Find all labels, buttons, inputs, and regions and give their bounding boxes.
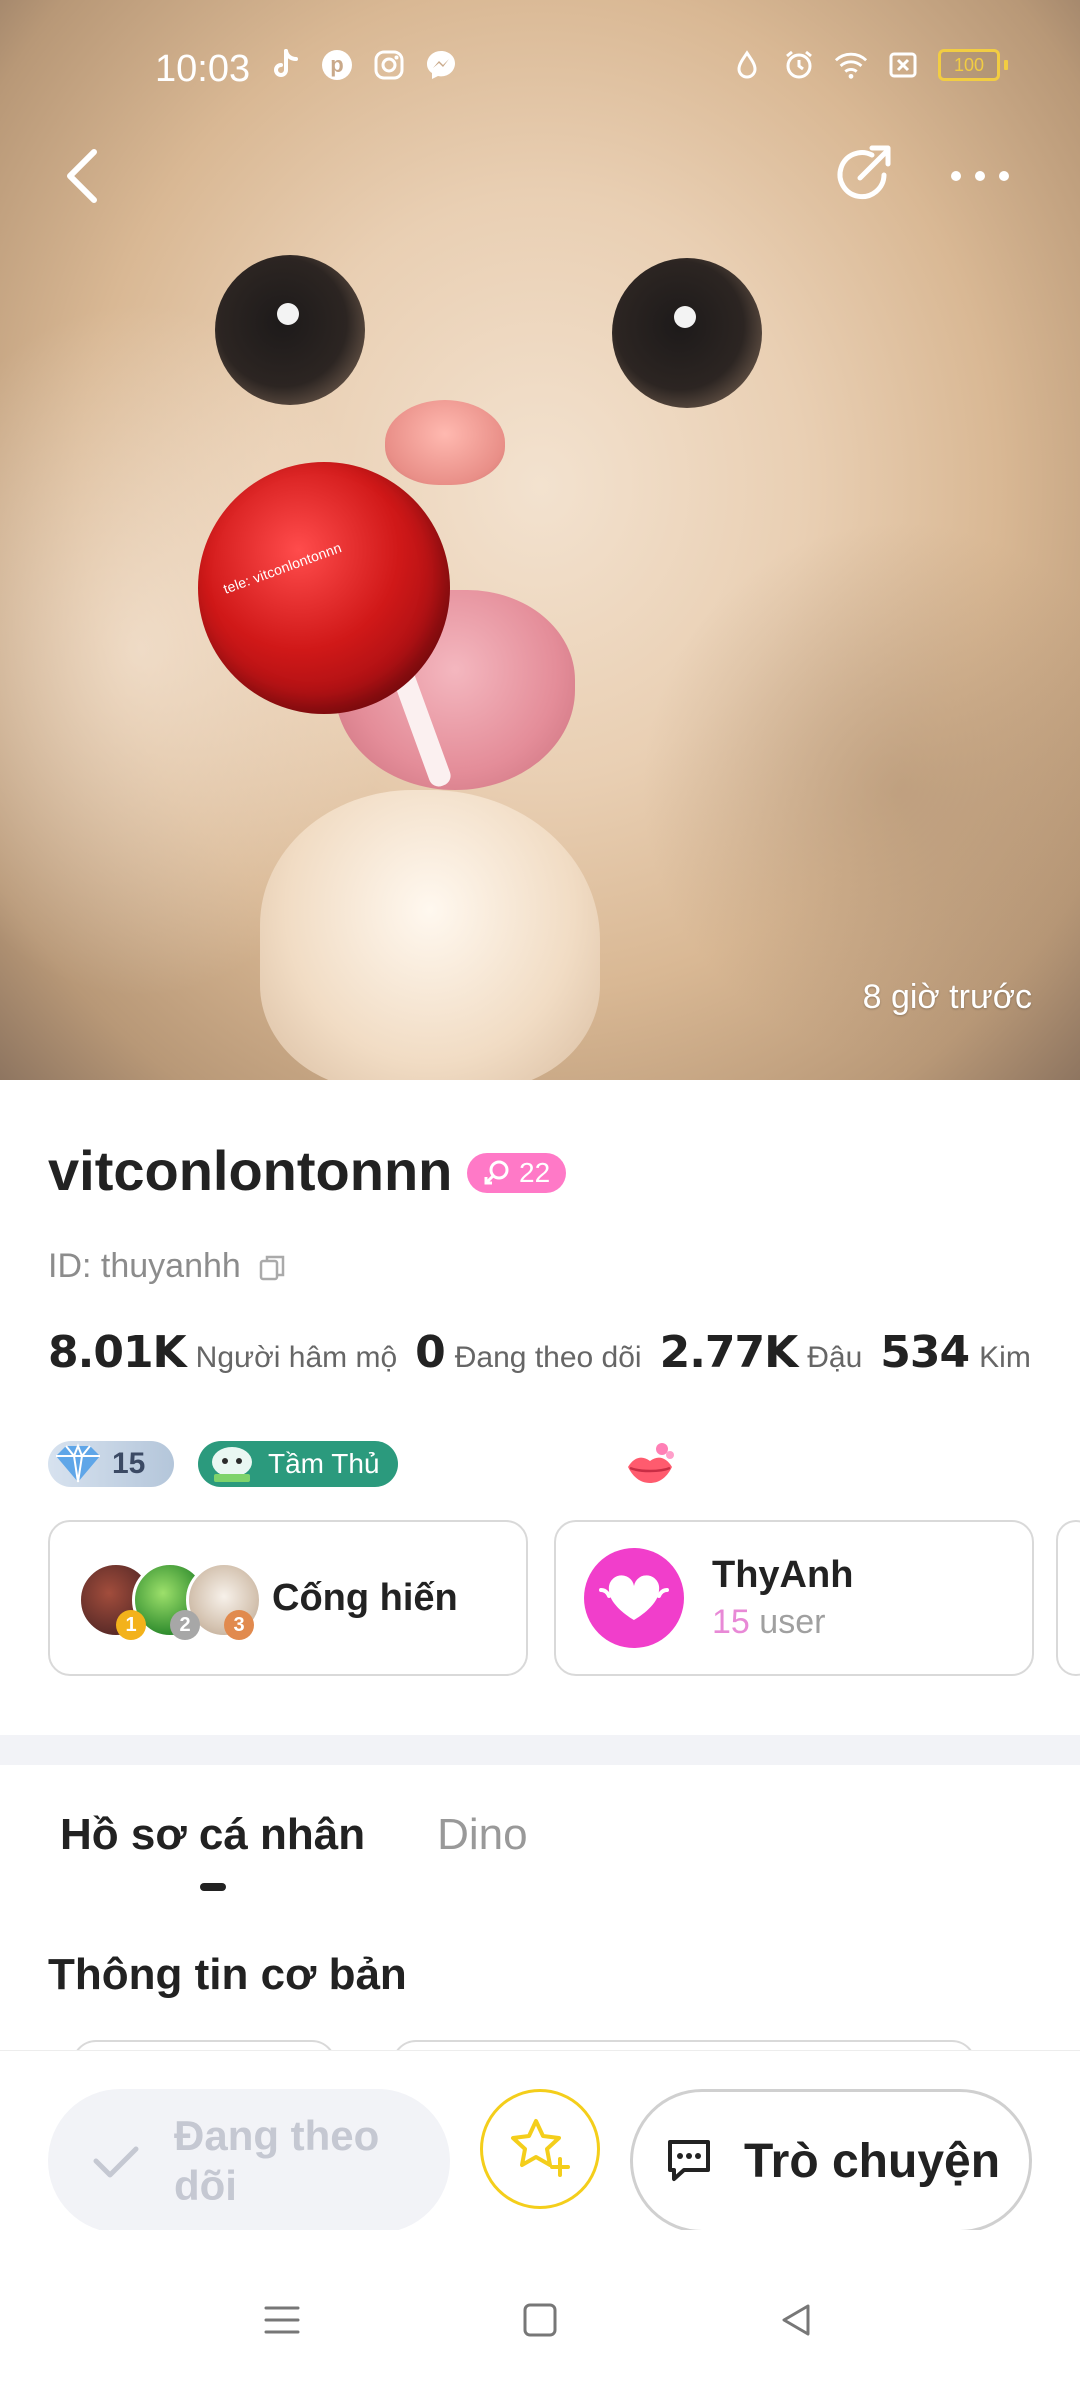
- tiktok-icon: [268, 48, 302, 82]
- rank-label: Tầm Thủ: [268, 1448, 380, 1479]
- cat-eye-left: [215, 255, 365, 405]
- profile-tabs: Hồ sơ cá nhân Dino: [60, 1810, 528, 1860]
- status-time: 10:03: [155, 48, 251, 90]
- alarm-icon: [782, 48, 816, 82]
- beans-count: 2.77K: [659, 1327, 799, 1378]
- more-options-button[interactable]: [940, 140, 1020, 210]
- bottom-action-bar: Đang theo dõi Trò chuyện: [0, 2050, 1080, 2233]
- user-id-row: ID: thuyanhh: [48, 1247, 287, 1286]
- section-divider: [0, 1735, 1080, 1765]
- rank-1-badge: 1: [116, 1610, 146, 1640]
- home-button[interactable]: [510, 2290, 570, 2350]
- contribution-label: Cống hiến: [272, 1576, 458, 1619]
- gold-count: 534: [880, 1327, 970, 1378]
- tab-profile[interactable]: Hồ sơ cá nhân: [60, 1810, 365, 1860]
- diamond-badge[interactable]: 15: [48, 1441, 174, 1487]
- messenger-icon: [424, 48, 458, 82]
- contribution-card[interactable]: 1 2 3 Cống hiến: [48, 1520, 528, 1676]
- diamond-count: 15: [112, 1447, 146, 1480]
- pinterest-icon: p: [320, 48, 354, 82]
- instagram-icon: [372, 48, 406, 82]
- rank-mascot-icon: [212, 1447, 252, 1482]
- following-button[interactable]: Đang theo dõi: [48, 2089, 450, 2233]
- fan-club-card[interactable]: ThyAnh 15 user: [554, 1520, 1034, 1676]
- lips-icon[interactable]: [622, 1437, 678, 1493]
- chevron-left-icon: [67, 149, 97, 203]
- following-label[interactable]: Đang theo dõi: [455, 1341, 642, 1375]
- status-app-icons: p: [268, 48, 458, 82]
- recent-apps-button[interactable]: [252, 2290, 312, 2350]
- following-label: Đang theo dõi: [174, 2111, 379, 2212]
- profile-cover-photo[interactable]: tele: vitconlontonnn 10:03 p 100 8 giờ t…: [0, 0, 1080, 1080]
- level-badge[interactable]: 22: [467, 1153, 567, 1193]
- square-icon: [523, 2303, 557, 2337]
- battery-indicator: 100: [938, 49, 1008, 81]
- fan-club-icon: [584, 1548, 684, 1648]
- rank-badge[interactable]: Tầm Thủ: [198, 1441, 398, 1487]
- fan-club-info: ThyAnh 15 user: [712, 1554, 853, 1642]
- cat-nose: [385, 400, 505, 485]
- favorite-button[interactable]: [480, 2089, 600, 2209]
- top-contributors: 1 2 3: [78, 1558, 262, 1640]
- next-card-peek[interactable]: [1056, 1520, 1080, 1676]
- tab-dino[interactable]: Dino: [437, 1810, 528, 1860]
- battery-tip: [1004, 60, 1008, 70]
- chat-label: Trò chuyện: [743, 2134, 1001, 2188]
- profile-username: vitconlontonnn: [48, 1139, 453, 1202]
- chat-button[interactable]: Trò chuyện: [630, 2089, 1032, 2233]
- level-number: 22: [519, 1157, 551, 1188]
- share-icon: [837, 145, 891, 200]
- more-dots-icon: [951, 171, 1009, 181]
- chat-bubble-icon: [667, 2140, 710, 2181]
- fan-club-unit: user: [759, 1603, 826, 1641]
- following-label-line2: dõi: [174, 2162, 237, 2209]
- fan-club-name: ThyAnh: [712, 1554, 854, 1596]
- star-plus-icon: [511, 2119, 570, 2177]
- profile-stats: 8.01K Người hâm mộ 0 Đang theo dõi 2.77K…: [48, 1327, 1049, 1378]
- triangle-back-icon: [782, 2304, 810, 2336]
- cat-eye-right: [612, 258, 762, 408]
- share-button[interactable]: [828, 140, 898, 210]
- beans-label: Đậu: [807, 1341, 863, 1374]
- cat-paw: [260, 790, 600, 1080]
- wifi-icon: [834, 48, 868, 82]
- system-navigation-bar: [0, 2230, 1080, 2400]
- battery-level: 100: [938, 49, 1000, 81]
- fans-count[interactable]: 8.01K: [48, 1327, 187, 1378]
- system-back-button[interactable]: [766, 2290, 826, 2350]
- rank-3-badge: 3: [224, 1610, 254, 1640]
- rank-2-badge: 2: [170, 1610, 200, 1640]
- following-count[interactable]: 0: [415, 1327, 446, 1378]
- back-button[interactable]: [52, 140, 122, 210]
- gold-label: Kim: [979, 1341, 1031, 1374]
- fan-club-count-row: 15 user: [712, 1603, 853, 1642]
- svg-text:p: p: [330, 52, 343, 77]
- diamond-icon: [56, 1443, 100, 1483]
- photo-timestamp: 8 giờ trước: [862, 978, 1032, 1016]
- badge-row: 15 Tầm Thủ: [48, 1441, 398, 1487]
- status-bar: 10:03 p 100: [0, 30, 1080, 110]
- following-label-line1: Đang theo: [174, 2111, 380, 2159]
- checkmark-icon: [93, 2146, 139, 2178]
- profile-cards: 1 2 3 Cống hiến ThyAnh 15 user: [48, 1520, 1034, 1676]
- copy-icon[interactable]: [257, 1252, 287, 1282]
- water-drop-icon: [730, 48, 764, 82]
- sim-x-icon: [886, 48, 920, 82]
- active-tab-indicator: [200, 1883, 226, 1891]
- user-id-text: ID: thuyanhh: [48, 1247, 241, 1285]
- gender-level-icon: [484, 1160, 509, 1185]
- menu-lines-icon: [264, 2306, 300, 2334]
- basic-info-title: Thông tin cơ bản: [48, 1950, 407, 1999]
- status-system-icons: 100: [730, 48, 1008, 82]
- fan-club-count: 15: [712, 1603, 750, 1641]
- fans-label[interactable]: Người hâm mộ: [196, 1341, 397, 1375]
